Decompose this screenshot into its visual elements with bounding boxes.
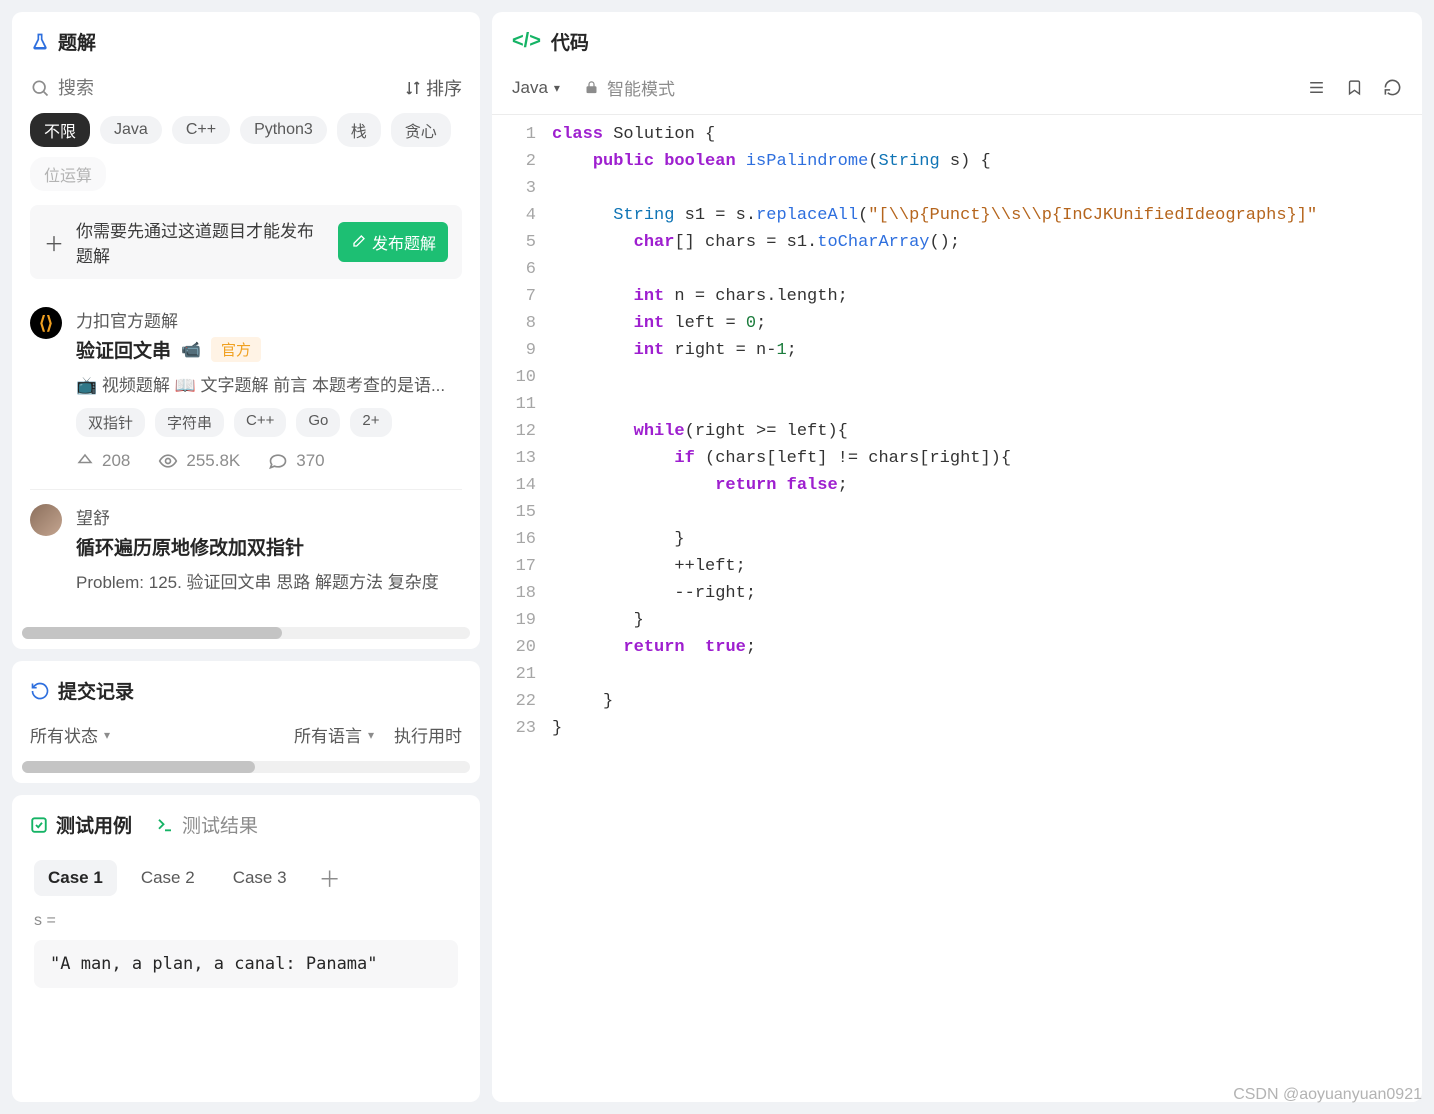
search-icon	[30, 78, 50, 98]
solution-tags: 双指针字符串 C++ Go 2+	[76, 408, 462, 437]
solution-tag[interactable]: 双指针	[76, 408, 145, 437]
language-dropdown[interactable]: Java ▾	[512, 78, 560, 98]
solution-item[interactable]: 望舒 循环遍历原地修改加双指针 Problem: 125. 验证回文串 思路 解…	[30, 490, 462, 623]
solution-title: 验证回文串	[76, 336, 171, 363]
flask-icon	[30, 32, 50, 52]
upvote-stat[interactable]: 208	[76, 451, 130, 471]
comments-stat[interactable]: 370	[268, 451, 324, 471]
solution-description: Problem: 125. 验证回文串 思路 解题方法 复杂度	[76, 568, 462, 593]
solution-list: ⟨⟩ 力扣官方题解 验证回文串 📹 官方 📺 视频题解 📖 文字题解 前言 本题…	[12, 293, 480, 623]
code-title: 代码	[551, 28, 589, 55]
history-icon	[30, 681, 50, 701]
case-variable-label: s =	[34, 912, 458, 930]
filter-chip[interactable]: 栈	[337, 113, 381, 147]
solution-tag[interactable]: 字符串	[155, 408, 224, 437]
chevron-down-icon: ▾	[368, 728, 374, 742]
check-square-icon	[30, 816, 48, 834]
solution-item[interactable]: ⟨⟩ 力扣官方题解 验证回文串 📹 官方 📺 视频题解 📖 文字题解 前言 本题…	[30, 293, 462, 490]
views-stat: 255.8K	[158, 451, 240, 471]
lock-icon	[584, 80, 599, 95]
bookmark-icon[interactable]	[1346, 78, 1363, 97]
avatar	[30, 504, 62, 536]
search-input[interactable]	[30, 78, 394, 99]
sort-icon	[404, 79, 422, 97]
tab-testcases[interactable]: 测试用例	[30, 811, 132, 838]
solution-description: 📺 视频题解 📖 文字题解 前言 本题考查的是语...	[76, 371, 462, 396]
smart-mode[interactable]: 智能模式	[584, 75, 675, 100]
filter-chips: 不限 Java C++ Python3 栈贪心位运算	[12, 113, 480, 205]
status-filter[interactable]: 所有状态▾	[30, 722, 110, 747]
solution-tag[interactable]: C++	[234, 408, 286, 437]
add-case-button[interactable]: ＋	[311, 862, 349, 894]
upvote-icon	[76, 452, 94, 470]
case-value[interactable]: "A man, a plan, a canal: Panama"	[34, 940, 458, 988]
lang-filter[interactable]: 所有语言▾	[294, 722, 374, 747]
solution-tag[interactable]: 2+	[350, 408, 391, 437]
solutions-panel: 题解 排序 不限 Java C++ Python3 栈贪心位运算 ＋ 你需要先通过这道题…	[12, 12, 480, 649]
official-badge: 官方	[211, 337, 261, 362]
solution-author: 力扣官方题解	[76, 307, 462, 332]
solution-author: 望舒	[76, 504, 462, 529]
publish-hint: 你需要先通过这道题目才能发布题解	[76, 217, 326, 267]
filter-chip[interactable]: 位运算	[30, 157, 106, 191]
filter-chip[interactable]: C++	[172, 116, 230, 144]
plus-icon[interactable]: ＋	[44, 228, 64, 257]
case-tab[interactable]: Case 1	[34, 860, 117, 896]
code-icon: </>	[512, 30, 541, 53]
filter-chip[interactable]: 不限	[30, 113, 90, 147]
case-tabs: Case 1 Case 2 Case 3 ＋	[12, 846, 480, 912]
case-tab[interactable]: Case 3	[219, 860, 301, 896]
watermark: CSDN @aoyuanyuan0921	[1233, 1086, 1422, 1104]
avatar: ⟨⟩	[30, 307, 62, 339]
chevron-down-icon: ▾	[554, 81, 560, 95]
list-icon[interactable]	[1307, 78, 1326, 97]
filter-chip[interactable]: Java	[100, 116, 162, 144]
code-panel: </> 代码 Java ▾ 智能模式	[492, 12, 1422, 1102]
code-editor[interactable]: 1234567891011121314151617181920212223 cl…	[492, 115, 1422, 1102]
filter-chip[interactable]: Python3	[240, 116, 327, 144]
tab-testresults[interactable]: 测试结果	[156, 811, 258, 838]
solution-title: 循环遍历原地修改加双指针	[76, 533, 304, 560]
submissions-panel: 提交记录 所有状态▾ 所有语言▾ 执行用时	[12, 661, 480, 783]
video-icon: 📹	[181, 340, 201, 360]
comment-icon	[268, 451, 288, 471]
solutions-title: 题解	[58, 28, 96, 55]
sort-button[interactable]: 排序	[404, 75, 462, 101]
terminal-icon	[156, 816, 174, 834]
time-filter[interactable]: 执行用时	[394, 722, 462, 747]
testcases-panel: 测试用例 测试结果 Case 1 Case 2 Case 3 ＋ s = "A man…	[12, 795, 480, 1102]
publish-button[interactable]: 发布题解	[338, 222, 448, 262]
line-gutter: 1234567891011121314151617181920212223	[492, 121, 552, 1102]
code-body[interactable]: class Solution { public boolean isPalind…	[552, 121, 1422, 1102]
eye-icon	[158, 451, 178, 471]
submissions-title: 提交记录	[58, 677, 134, 704]
horizontal-scrollbar[interactable]	[22, 761, 470, 773]
horizontal-scrollbar[interactable]	[22, 627, 470, 639]
publish-row: ＋ 你需要先通过这道题目才能发布题解 发布题解	[30, 205, 462, 279]
solution-tag[interactable]: Go	[296, 408, 340, 437]
case-tab[interactable]: Case 2	[127, 860, 209, 896]
filter-chip[interactable]: 贪心	[391, 113, 451, 147]
chevron-down-icon: ▾	[104, 728, 110, 742]
edit-icon	[350, 234, 366, 250]
reset-icon[interactable]	[1383, 78, 1402, 97]
